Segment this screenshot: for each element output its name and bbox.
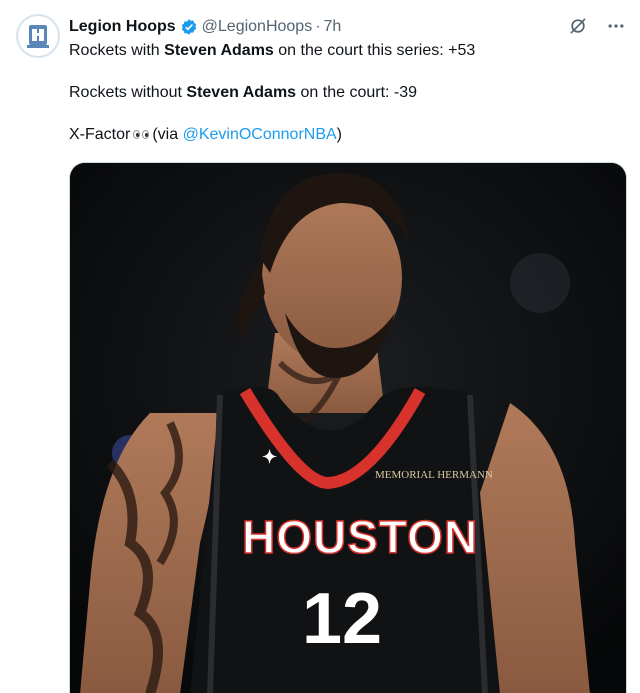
- bold-name: Steven Adams: [164, 42, 274, 59]
- text-line-3: X-Factor (via @KevinOConnorNBA): [69, 124, 609, 146]
- separator: ·: [315, 18, 321, 35]
- text-fragment: Rockets without: [69, 84, 187, 101]
- tweet-text: Rockets with Steven Adams on the court t…: [69, 40, 609, 146]
- mention-link[interactable]: @KevinOConnorNBA: [183, 126, 337, 143]
- text-fragment: Rockets with: [69, 42, 165, 59]
- jordan-logo-icon: ✦: [262, 447, 277, 467]
- tweet-header: Legion Hoops @LegionHoops · 7h: [69, 16, 341, 38]
- tweet-media-photo[interactable]: ✦ MEMORIAL HERMANN HOUSTON 12: [69, 162, 627, 693]
- bold-name: Steven Adams: [186, 84, 297, 101]
- eyes-emoji-icon: [133, 130, 150, 140]
- display-name[interactable]: Legion Hoops: [69, 18, 176, 36]
- timestamp[interactable]: 7h: [324, 18, 342, 36]
- player-photo: ✦ MEMORIAL HERMANN HOUSTON 12: [70, 163, 626, 693]
- tweet[interactable]: Legion Hoops @LegionHoops · 7h Rockets w…: [0, 0, 640, 693]
- verified-badge-icon: [180, 18, 198, 36]
- avatar[interactable]: [16, 14, 60, 58]
- more-icon[interactable]: [604, 14, 628, 38]
- jersey-sponsor: MEMORIAL HERMANN: [375, 469, 493, 481]
- grok-slash-icon[interactable]: [566, 14, 590, 38]
- legion-hoops-logo-icon: [27, 25, 49, 48]
- text-line-1: Rockets with Steven Adams on the court t…: [69, 40, 609, 62]
- top-actions: [566, 14, 628, 38]
- text-fragment: X-Factor: [69, 126, 131, 143]
- jersey-text: HOUSTON: [242, 511, 478, 563]
- text-fragment: ): [336, 126, 342, 143]
- handle[interactable]: @LegionHoops: [202, 18, 313, 36]
- text-fragment: on the court this series: +53: [273, 42, 476, 59]
- text-line-2: Rockets without Steven Adams on the cour…: [69, 82, 609, 104]
- text-fragment: on the court: -39: [296, 84, 418, 101]
- text-fragment: (via: [152, 126, 183, 143]
- jersey-number: 12: [302, 579, 382, 659]
